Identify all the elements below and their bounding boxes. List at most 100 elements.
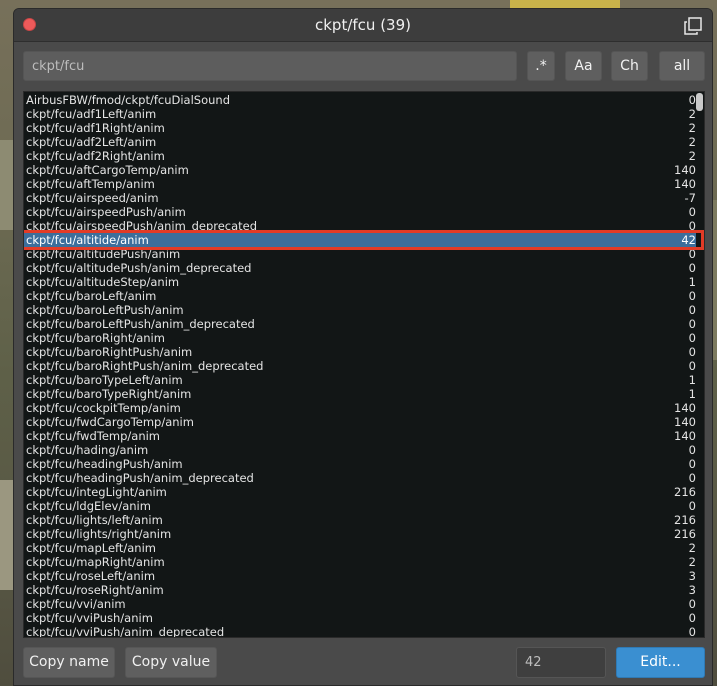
dataref-value: 42 [681,233,696,247]
table-row[interactable]: ckpt/fcu/mapLeft/anim 2 [24,541,696,555]
table-row[interactable]: ckpt/fcu/adf2Right/anim 2 [24,149,696,163]
case-sensitive-toggle-button[interactable]: Aa [565,51,602,81]
dataref-value: 0 [688,331,696,345]
dataref-name: ckpt/fcu/baroTypeLeft/anim [26,373,183,387]
dataref-value: 0 [688,457,696,471]
dataref-name: ckpt/fcu/adf1Right/anim [26,121,165,135]
dataref-list[interactable]: ckpt/fcu/vviPush/anim_deprecated 0 ckpt/fc… [23,91,705,638]
table-row[interactable]: ckpt/fcu/adf1Left/anim 2 [24,107,696,121]
table-row[interactable]: ckpt/fcu/adf2Left/anim 2 [24,135,696,149]
table-row[interactable]: ckpt/fcu/baroLeftPush/anim 0 [24,303,696,317]
table-row[interactable]: ckpt/fcu/headingPush/anim_deprecated 0 [24,471,696,485]
background-patch [0,480,14,590]
value-input[interactable] [516,647,606,678]
table-row-selected[interactable]: ckpt/fcu/altitide/anim 42 [24,233,696,248]
table-row[interactable]: ckpt/fcu/adf1Right/anim 2 [24,121,696,135]
dataref-value: 140 [674,177,696,191]
toolbar: .* Aa Ch all [14,41,712,91]
title-bar[interactable]: ckpt/fcu (39) [14,9,712,42]
dataref-value: 2 [688,149,696,163]
dataref-value: 0 [688,289,696,303]
table-row[interactable]: ckpt/fcu/baroTypeRight/anim 1 [24,387,696,401]
dataref-name: ckpt/fcu/lights/left/anim [26,513,163,527]
table-row[interactable]: ckpt/fcu/baroRightPush/anim 0 [24,345,696,359]
scrollbar[interactable] [696,93,703,636]
table-row[interactable]: ckpt/fcu/baroRight/anim 0 [24,331,696,345]
table-row[interactable]: ckpt/fcu/altitudeStep/anim 1 [24,275,696,289]
scrollbar-thumb[interactable] [696,93,703,111]
background-patch [510,0,620,8]
dataref-value: 1 [688,275,696,289]
table-row[interactable]: ckpt/fcu/fwdCargoTemp/anim 140 [24,415,696,429]
table-row[interactable]: ckpt/fcu/roseLeft/anim 3 [24,569,696,583]
dataref-value: 0 [688,219,696,233]
window-title: ckpt/fcu (39) [315,16,411,34]
dataref-name: ckpt/fcu/hading/anim [26,443,149,457]
dataref-name: ckpt/fcu/headingPush/anim [26,457,183,471]
table-row[interactable]: ckpt/fcu/lights/right/anim 216 [24,527,696,541]
dataref-value: 3 [688,583,696,597]
dataref-value: 140 [674,401,696,415]
table-row[interactable]: ckpt/fcu/baroRightPush/anim_deprecated 0 [24,359,696,373]
table-row[interactable]: ckpt/fcu/altitudePush/anim_deprecated 0 [24,261,696,275]
dataref-value: 2 [688,135,696,149]
dataref-value: 0 [688,345,696,359]
background-patch [0,140,14,230]
dataref-name: ckpt/fcu/mapRight/anim [26,555,165,569]
table-row[interactable]: ckpt/fcu/lights/left/anim 216 [24,513,696,527]
dataref-value: 0 [688,611,696,625]
table-row[interactable]: ckpt/fcu/airspeed/anim -7 [24,191,696,205]
table-row[interactable]: ckpt/fcu/ldgElev/anim 0 [24,499,696,513]
dataref-name: ckpt/fcu/cockpitTemp/anim [26,401,181,415]
dataref-name: ckpt/fcu/adf2Right/anim [26,149,165,163]
dataref-name: ckpt/fcu/aftTemp/anim [26,177,155,191]
dataref-value: -7 [684,191,696,205]
dataref-name: ckpt/fcu/mapLeft/anim [26,541,156,555]
table-row[interactable]: ckpt/fcu/baroTypeLeft/anim 1 [24,373,696,387]
table-row[interactable]: ckpt/fcu/cockpitTemp/anim 140 [24,401,696,415]
dataref-value: 0 [688,303,696,317]
dataref-name: AirbusFBW/fmod/ckpt/fcuDialSound [26,93,231,107]
edit-button[interactable]: Edit... [616,647,705,678]
table-row[interactable]: ckpt/fcu/airspeedPush/anim_deprecated 0 [24,219,696,233]
table-row[interactable]: ckpt/fcu/airspeedPush/anim 0 [24,205,696,219]
table-row[interactable]: ckpt/fcu/integLight/anim 216 [24,485,696,499]
dataref-value: 0 [688,247,696,261]
dataref-name: ckpt/fcu/altitide/anim [26,233,149,247]
changed-filter-button[interactable]: Ch [611,51,648,81]
table-row[interactable]: ckpt/fcu/aftCargoTemp/anim 140 [24,163,696,177]
table-row[interactable]: ckpt/fcu/baroLeft/anim 0 [24,289,696,303]
table-row[interactable]: ckpt/fcu/vvi/anim 0 [24,597,696,611]
table-row[interactable]: ckpt/fcu/fwdTemp/anim 140 [24,429,696,443]
copy-name-button[interactable]: Copy name [23,647,115,678]
dataref-value: 2 [688,121,696,135]
dataref-value: 0 [688,625,696,638]
dataref-name: ckpt/fcu/roseLeft/anim [26,569,156,583]
copy-value-button[interactable]: Copy value [125,647,217,678]
table-row[interactable]: ckpt/fcu/baroLeftPush/anim_deprecated 0 [24,317,696,331]
table-row[interactable]: ckpt/fcu/headingPush/anim 0 [24,457,696,471]
table-row[interactable]: ckpt/fcu/vviPush/anim 0 [24,611,696,625]
dataref-value: 0 [688,93,696,107]
search-input[interactable] [23,51,517,81]
table-row[interactable]: ckpt/fcu/mapRight/anim 2 [24,555,696,569]
table-row[interactable]: ckpt/fcu/hading/anim 0 [24,443,696,457]
dataref-name: ckpt/fcu/baroRightPush/anim [26,345,193,359]
dataref-name: ckpt/fcu/lights/right/anim [26,527,172,541]
table-row[interactable]: ckpt/fcu/aftTemp/anim 140 [24,177,696,191]
table-row[interactable]: ckpt/fcu/roseRight/anim 3 [24,583,696,597]
dataref-value: 0 [688,261,696,275]
footer: Copy name Copy value Edit... [14,639,712,685]
regex-toggle-button[interactable]: .* [527,51,555,81]
show-all-button[interactable]: all [659,51,705,81]
dataref-value: 140 [674,415,696,429]
dataref-value: 0 [688,205,696,219]
table-row[interactable]: ckpt/fcu/vviPush/anim_deprecated 0 [24,625,696,638]
table-row[interactable]: ckpt/fcu/altitudePush/anim 0 [24,247,696,261]
dataref-name: ckpt/fcu/headingPush/anim_deprecated [26,471,254,485]
dataref-value: 216 [674,527,696,541]
dataref-value: 3 [688,569,696,583]
table-row[interactable]: AirbusFBW/fmod/ckpt/fcuDialSound 0 [24,93,696,107]
popout-window-icon[interactable] [684,17,702,35]
dataref-value: 0 [688,317,696,331]
